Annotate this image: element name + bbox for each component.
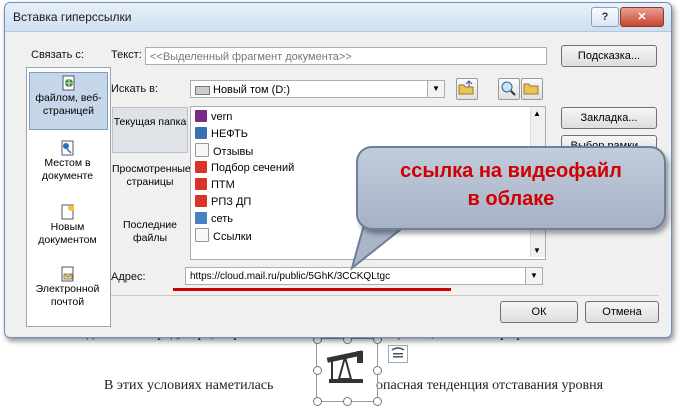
browsed-pages-button[interactable]: Просмотренные страницы [112, 163, 191, 203]
link-to-email-label: Электронной почтой [35, 283, 100, 308]
list-item[interactable]: Подбор сечений [195, 160, 294, 176]
pdf-icon [195, 161, 207, 173]
doc-icon [195, 143, 209, 157]
new-doc-icon [61, 204, 74, 220]
address-value: https://cloud.mail.ru/public/5GhK/3CCKQL… [190, 271, 391, 282]
file-name: РПЗ ДП [211, 196, 252, 208]
list-item[interactable]: Отзывы [195, 143, 253, 159]
file-name: ПТМ [211, 179, 235, 191]
list-item[interactable]: сеть [195, 211, 233, 227]
globe-page-icon [62, 75, 74, 91]
link-to-email[interactable]: Электронной почтой [29, 264, 106, 310]
browsed-pages-label: Просмотренные страницы [112, 163, 191, 188]
recent-files-button[interactable]: Последние файлы [112, 219, 188, 251]
cancel-button[interactable]: Отмена [585, 301, 659, 323]
help-button[interactable]: ? [591, 7, 619, 27]
resize-handle[interactable] [343, 397, 352, 406]
email-icon [61, 266, 73, 282]
callout-text-line1: ссылка на видеофайл [400, 160, 622, 182]
archive-icon [195, 110, 207, 122]
chevron-down-icon[interactable]: ▼ [427, 81, 444, 97]
current-folder-button[interactable]: Текущая папка [112, 107, 188, 153]
dialog-title: Вставка гиперссылки [13, 10, 132, 24]
resize-handle[interactable] [313, 397, 322, 406]
folder-up-icon [458, 80, 474, 95]
address-label: Адрес: [111, 271, 146, 283]
oil-pump-icon [326, 350, 364, 383]
list-item[interactable]: vern [195, 109, 232, 125]
link-to-place-label: Местом в документе [41, 157, 94, 182]
oil-icon [195, 127, 207, 139]
callout-text-line2: в облаке [467, 188, 555, 210]
doc-text-line-right: опасная тенденция отставания уровня [376, 378, 604, 393]
current-folder-label: Текущая папка [113, 116, 187, 128]
link-to-new-doc-label: Новым документом [38, 221, 97, 246]
selected-image-frame[interactable] [313, 335, 382, 406]
file-name: НЕФТЬ [211, 128, 248, 140]
callout-annotation: ссылка на видеофайл в облаке [356, 146, 666, 230]
look-in-value: Новый том (D:) [213, 84, 290, 96]
list-item[interactable]: ПТМ [195, 177, 235, 193]
recent-files-label: Последние файлы [122, 219, 177, 244]
ok-button[interactable]: ОК [500, 301, 578, 323]
text-to-display-label: Текст: [111, 49, 142, 61]
link-to-file-web-page-label: файлом, веб-страницей [35, 92, 102, 117]
browse-web-button[interactable] [498, 78, 520, 100]
file-name: Отзывы [213, 146, 254, 158]
separator [111, 295, 659, 296]
text-to-display-input[interactable]: <<Выделенный фрагмент документа>> [145, 47, 547, 65]
scroll-down-icon[interactable]: ▼ [533, 246, 541, 255]
network-icon [195, 212, 207, 224]
pdf-icon [195, 178, 207, 190]
address-input[interactable]: https://cloud.mail.ru/public/5GhK/3CCKQL… [185, 267, 543, 285]
open-folder-icon [523, 83, 539, 95]
title-bar: Вставка гиперссылки ? ✕ [5, 3, 671, 32]
link-to-new-document[interactable]: Новым документом [29, 202, 106, 248]
resize-handle[interactable] [373, 397, 382, 406]
link-to-panel: файлом, веб-страницей Местом в документе… [26, 67, 111, 327]
scroll-up-icon[interactable]: ▲ [533, 109, 541, 118]
link-to-file-web-page[interactable]: файлом, веб-страницей [29, 72, 108, 130]
link-to-label: Связать с: [31, 49, 84, 61]
look-in-label: Искать в: [111, 83, 159, 95]
list-item[interactable]: РПЗ ДП [195, 194, 251, 210]
list-item[interactable]: Ссылки [195, 228, 252, 244]
file-name: Ссылки [213, 231, 252, 243]
list-item[interactable]: НЕФТЬ [195, 126, 248, 142]
bookmark-button[interactable]: Закладка... [561, 107, 657, 129]
resize-handle[interactable] [313, 366, 322, 375]
resize-handle[interactable] [373, 366, 382, 375]
doc-icon [195, 228, 209, 242]
up-folder-button[interactable] [456, 78, 478, 100]
file-name: Подбор сечений [211, 162, 295, 174]
bookmark-doc-icon [61, 140, 73, 156]
file-name: сеть [211, 213, 234, 225]
doc-text-line-left: В этих условиях наметилась [104, 378, 274, 393]
screentip-button[interactable]: Подсказка... [561, 45, 657, 67]
address-underline [173, 288, 451, 291]
chevron-down-icon[interactable]: ▼ [525, 268, 542, 284]
close-button[interactable]: ✕ [620, 7, 664, 27]
browse-web-icon [501, 81, 516, 96]
link-to-place-in-document[interactable]: Местом в документе [29, 138, 106, 184]
pdf-icon [195, 195, 207, 207]
browse-file-button[interactable] [521, 78, 543, 100]
look-in-combobox[interactable]: Новый том (D:) ▼ [190, 80, 445, 98]
layout-options-icon[interactable] [388, 345, 408, 363]
file-name: vern [211, 111, 233, 123]
drive-icon [195, 86, 210, 95]
